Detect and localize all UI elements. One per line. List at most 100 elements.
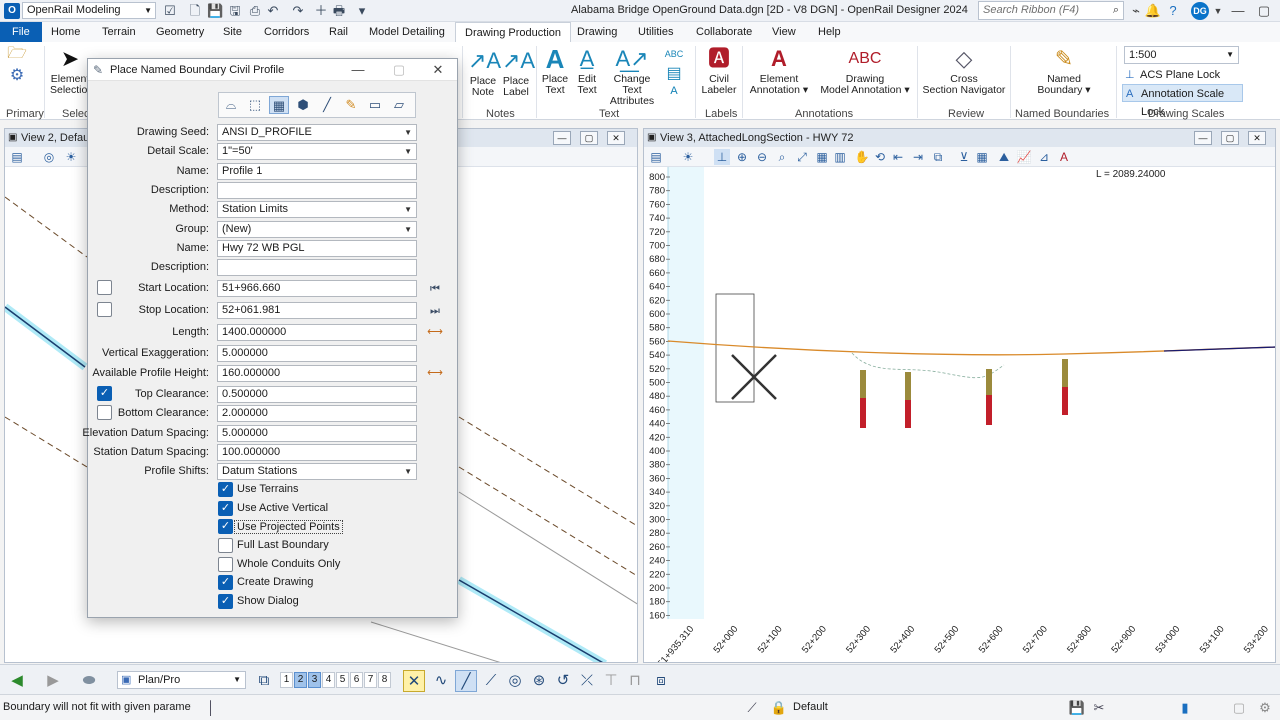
stop-location-pick-icon[interactable]: ⏭: [427, 304, 443, 318]
tab-drawing[interactable]: Drawing: [577, 22, 617, 42]
use-active-vertical-checkbox[interactable]: ✓: [218, 501, 233, 516]
add-icon[interactable]: ＋: [313, 3, 329, 19]
primary-tools-button[interactable]: ⚙: [6, 66, 28, 88]
start-location-pick-icon[interactable]: ⏮: [427, 282, 443, 296]
civil-cross-section-icon[interactable]: ⬢: [293, 96, 313, 114]
tab-corridors[interactable]: Corridors: [264, 22, 309, 42]
station-datum-spacing-input[interactable]: 100.000000: [217, 444, 417, 461]
named-boundary-button[interactable]: ✎ Named Boundary ▾: [1030, 46, 1098, 96]
civil-3d-cut-icon[interactable]: ⬚: [245, 96, 265, 114]
tab-drawing-production[interactable]: Drawing Production: [455, 22, 571, 42]
user-menu-chevron-icon[interactable]: ▼: [1211, 2, 1225, 20]
cross-section-navigator-button[interactable]: ◇ Cross Section Navigator: [920, 46, 1008, 96]
checkbox-toggle-icon[interactable]: ☑: [162, 3, 178, 19]
vertical-exaggeration-input[interactable]: 5.000000: [217, 345, 417, 362]
tab-model-detailing[interactable]: Model Detailing: [369, 22, 445, 42]
view-toggle-3[interactable]: 3: [308, 672, 321, 688]
view-3-maximize-button[interactable]: ▢: [1221, 131, 1239, 145]
tab-view[interactable]: View: [772, 22, 796, 42]
text-format-button[interactable]: ▤: [664, 64, 684, 86]
pan-icon[interactable]: ✋: [854, 149, 870, 165]
view-toggle-2[interactable]: 2: [294, 672, 307, 688]
lighting-icon[interactable]: ☀: [680, 149, 696, 165]
group-description-input[interactable]: [217, 259, 417, 276]
civil-profile-icon[interactable]: ▦: [269, 96, 289, 114]
tab-terrain[interactable]: Terrain: [102, 22, 136, 42]
drawing-model-annotation-button[interactable]: ABC Drawing Model Annotation ▾: [816, 46, 914, 96]
forward-arrow-icon[interactable]: ▶: [42, 670, 64, 692]
view-3-minimize-button[interactable]: —: [1194, 131, 1212, 145]
top-clearance-input[interactable]: 0.500000: [217, 386, 417, 403]
minimize-window-button[interactable]: —: [1228, 2, 1248, 20]
annotation-scale-lock-toggle[interactable]: A Annotation Scale Lock: [1122, 84, 1243, 118]
active-level[interactable]: Default: [793, 701, 828, 713]
view-toggle-7[interactable]: 7: [364, 672, 377, 688]
profile-axis-icon[interactable]: ⊻: [956, 149, 972, 165]
element-annotation-button[interactable]: A Element Annotation ▾: [746, 46, 812, 96]
tab-home[interactable]: Home: [51, 22, 80, 42]
shape-boundary-icon[interactable]: ▱: [389, 96, 409, 114]
view-2-maximize-button[interactable]: ▢: [580, 131, 598, 145]
zoom-in-icon[interactable]: ⊕: [734, 149, 750, 165]
view-display-icon[interactable]: ◎: [41, 149, 57, 165]
snap-cross-icon[interactable]: ✕: [403, 670, 425, 692]
printer-icon[interactable]: 🖶: [331, 3, 347, 19]
connection-icon[interactable]: ⌁: [1128, 2, 1144, 20]
table-icon[interactable]: ▥: [832, 149, 848, 165]
text-more-button[interactable]: ᴬ: [664, 84, 684, 106]
view-2-close-button[interactable]: ✕: [607, 131, 625, 145]
place-label-button[interactable]: ↗A Place Label: [502, 48, 535, 98]
length-measure-icon[interactable]: ⟷: [427, 325, 443, 339]
settings-status-icon[interactable]: ⚙: [1256, 699, 1274, 717]
pencil-icon[interactable]: ✎: [341, 96, 361, 114]
text-spelling-button[interactable]: ABC: [664, 44, 684, 66]
print-icon[interactable]: ⎙: [247, 3, 263, 19]
snap-keypoint-icon[interactable]: ⧈: [650, 670, 672, 692]
view-3-window[interactable]: ▣ View 3, AttachedLongSection - HWY 72 —…: [643, 128, 1276, 663]
view-groups-icon[interactable]: ⧉: [253, 670, 275, 692]
back-arrow-icon[interactable]: ◀: [6, 670, 28, 692]
snap-intersection-icon[interactable]: ⤫: [576, 670, 598, 692]
view-toggle-8[interactable]: 8: [378, 672, 391, 688]
zoom-out-icon[interactable]: ⊖: [754, 149, 770, 165]
previous-view-icon[interactable]: ⇤: [890, 149, 906, 165]
acs-plane-lock-toggle[interactable]: ⊥ ACS Plane Lock: [1122, 66, 1243, 84]
profile-tool-icon[interactable]: ⊥: [714, 149, 730, 165]
save-icon[interactable]: 💾: [207, 3, 223, 19]
snap-curve-icon[interactable]: ∿: [430, 670, 452, 692]
search-icon[interactable]: ⌕: [1113, 2, 1119, 19]
user-avatar[interactable]: DG: [1191, 2, 1209, 20]
use-projected-points-checkbox[interactable]: ✓: [218, 519, 233, 534]
copy-view-icon[interactable]: ⧉: [930, 149, 946, 165]
workflow-dropdown[interactable]: OpenRail Modeling ▼: [22, 2, 156, 19]
message-center-icon[interactable]: ▢: [1230, 699, 1248, 717]
tools-status-icon[interactable]: ✂: [1090, 699, 1108, 717]
show-dialog-checkbox[interactable]: ✓: [218, 594, 233, 609]
view-attributes-icon[interactable]: ▤: [648, 149, 664, 165]
snap-tangent-icon[interactable]: ↺: [552, 670, 574, 692]
snap-slope-icon[interactable]: ⟋: [480, 670, 502, 692]
restore-window-button[interactable]: ▢: [1254, 2, 1274, 20]
save-settings-icon[interactable]: 🖫: [227, 3, 243, 19]
grid-icon[interactable]: ▦: [814, 149, 830, 165]
rotate-view-icon[interactable]: ⟲: [872, 149, 888, 165]
accudraw-icon[interactable]: ⟋: [743, 699, 761, 717]
tab-utilities[interactable]: Utilities: [638, 22, 673, 42]
civil-plan-icon[interactable]: ⌓: [221, 96, 241, 114]
view-toggle-5[interactable]: 5: [336, 672, 349, 688]
view-3-close-button[interactable]: ✕: [1248, 131, 1266, 145]
lighting-icon[interactable]: ☀: [63, 149, 79, 165]
use-terrains-checkbox[interactable]: ✓: [218, 482, 233, 497]
app-icon[interactable]: O: [4, 3, 20, 19]
undo-icon[interactable]: ↶: [265, 3, 281, 19]
view-2-minimize-button[interactable]: —: [553, 131, 571, 145]
drawing-seed-dropdown[interactable]: ANSI D_PROFILE ▼: [217, 124, 417, 141]
snap-origin-icon[interactable]: ⊛: [528, 670, 550, 692]
dialog-close-button[interactable]: ✕: [426, 61, 450, 79]
primary-attributes-button[interactable]: 🗁: [6, 44, 28, 66]
name-input[interactable]: Profile 1: [217, 163, 417, 180]
stop-location-input[interactable]: 52+061.981: [217, 302, 417, 319]
lock-icon[interactable]: 🔒: [770, 699, 788, 717]
redo-icon[interactable]: ↷: [290, 3, 306, 19]
view-group-dropdown[interactable]: ▣ Plan/Pro ▼: [117, 671, 246, 689]
